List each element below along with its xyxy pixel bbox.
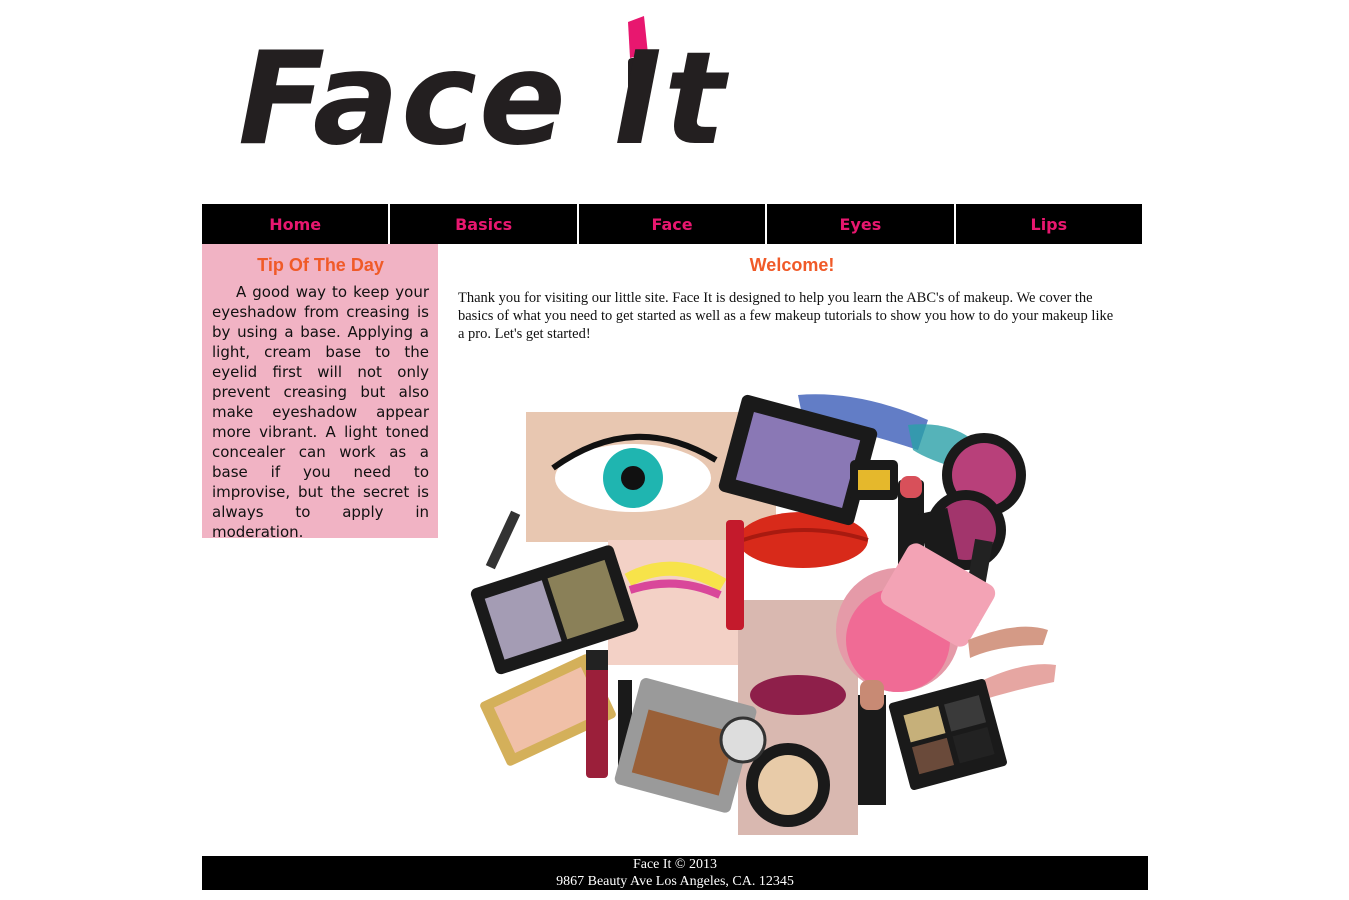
nav-item-face[interactable]: Face <box>579 204 768 244</box>
tip-body: A good way to keep your eyeshadow from c… <box>212 283 429 541</box>
nav-item-home[interactable]: Home <box>202 204 391 244</box>
welcome-title: Welcome! <box>749 255 835 275</box>
nav-item-eyes[interactable]: Eyes <box>767 204 956 244</box>
site-logo[interactable]: Face It <box>230 14 725 188</box>
footer-copyright: Face It © 2013 <box>632 857 718 872</box>
site-footer: Face It © 2013 9867 Beauty Ave Los Angel… <box>202 856 1148 890</box>
tip-title: Tip Of The Day <box>257 255 384 275</box>
welcome-text: Thank you for visiting our little site. … <box>458 290 1114 342</box>
nav-item-lips[interactable]: Lips <box>956 204 1142 244</box>
nav-item-basics[interactable]: Basics <box>390 204 579 244</box>
footer-address: 9867 Beauty Ave Los Angeles, CA. 12345 <box>556 874 794 889</box>
main-nav: Home Basics Face Eyes Lips <box>202 204 1142 244</box>
logo-text: Face It <box>238 25 728 174</box>
tip-of-the-day-panel: Tip Of The Day A good way to keep your e… <box>202 244 438 541</box>
makeup-collage-image <box>470 394 1056 835</box>
